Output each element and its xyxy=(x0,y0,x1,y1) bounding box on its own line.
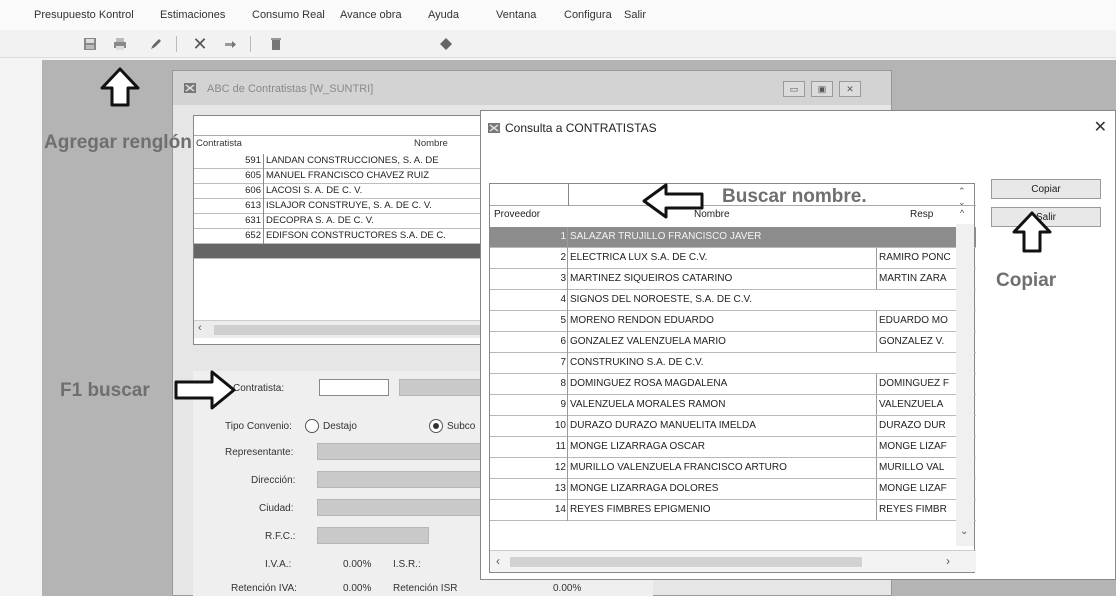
menu-configura[interactable]: Configura xyxy=(564,9,612,21)
tipo-convenio-label: Tipo Convenio: xyxy=(225,421,292,432)
app-icon xyxy=(487,121,501,138)
vertical-scrollbar[interactable]: ⌄ xyxy=(956,224,974,546)
print-icon[interactable] xyxy=(110,34,130,54)
delete-x-icon[interactable]: ✕ xyxy=(190,34,210,54)
scroll-left-icon[interactable]: ‹ xyxy=(198,322,202,334)
table-row[interactable]: 10 DURAZO DURAZO MANUELITA IMELDA DURAZO D… xyxy=(490,416,976,437)
direccion-label: Dirección: xyxy=(251,475,296,486)
annotation-copiar: Copiar xyxy=(996,270,1057,291)
toolbar-separator xyxy=(176,36,177,52)
ciudad-label: Ciudad: xyxy=(259,503,294,514)
subcontrato-label: Subco xyxy=(447,421,476,432)
retencion-isr-label: Retención ISR xyxy=(393,583,458,594)
retencion-isr-value[interactable]: 0.00% xyxy=(553,583,581,594)
table-row[interactable]: 3 MARTINEZ SIQUEIROS CATARINO MARTIN ZARA xyxy=(490,269,976,290)
scrollbar-thumb[interactable] xyxy=(214,325,484,335)
table-row[interactable]: 5 MORENO RENDON EDUARDO EDUARDO MO xyxy=(490,311,976,332)
radio-destajo[interactable] xyxy=(305,419,319,433)
column-header-nombre[interactable]: Nombre xyxy=(414,138,448,152)
table-row[interactable]: 9 VALENZUELA MORALES RAMON VALENZUELA xyxy=(490,395,976,416)
diamond-icon[interactable] xyxy=(436,34,456,54)
menu-consumo-real[interactable]: Consumo Real xyxy=(252,9,325,21)
table-row[interactable]: 4 SIGNOS DEL NOROESTE, S.A. DE C.V. xyxy=(490,290,976,311)
ciudad-field[interactable] xyxy=(317,499,483,516)
column-header-proveedor[interactable]: Proveedor xyxy=(494,209,540,220)
scroll-right-icon[interactable]: › xyxy=(946,554,950,568)
scroll-up-icon[interactable]: ^ xyxy=(960,208,964,218)
retencion-iva-label: Retención IVA: xyxy=(231,583,297,594)
arrow-left-icon xyxy=(642,183,704,219)
menu-estimaciones[interactable]: Estimaciones xyxy=(160,9,225,21)
edit-icon[interactable] xyxy=(146,34,166,54)
table-row[interactable]: 13 MONGE LIZARRAGA DOLORES MONGE LIZAF xyxy=(490,479,976,500)
column-header-resp[interactable]: Resp xyxy=(910,209,933,220)
table-row[interactable]: 2 ELECTRICA LUX S.A. DE C.V. RAMIRO PONC xyxy=(490,248,976,269)
annotation-buscar-nombre: Buscar nombre. xyxy=(722,186,867,207)
scroll-left-icon[interactable]: ‹ xyxy=(496,554,500,568)
abc-titlebar: ABC de Contratistas [W_SUNTRI] ▭ ▣ ✕ xyxy=(173,71,891,105)
close-icon[interactable]: ✕ xyxy=(839,81,861,97)
contratista-field[interactable] xyxy=(319,379,389,396)
arrow-up-icon xyxy=(100,67,140,107)
abc-window-title: ABC de Contratistas [W_SUNTRI] xyxy=(207,83,374,95)
retencion-iva-value[interactable]: 0.00% xyxy=(343,583,371,594)
maximize-icon[interactable]: ▣ xyxy=(811,81,833,97)
table-row[interactable]: 8 DOMINGUEZ ROSA MAGDALENA DOMINGUEZ F xyxy=(490,374,976,395)
consulta-contratistas-dialog: Consulta a CONTRATISTAS ✕ ⌃ ⌄ Proveedor N… xyxy=(480,110,1116,580)
destajo-label: Destajo xyxy=(323,421,357,432)
proveedores-grid[interactable]: ⌃ ⌄ Proveedor Nombre Resp ^ 1 SALAZAR TRUJ… xyxy=(489,183,976,573)
isr-label: I.S.R.: xyxy=(393,559,421,570)
menubar: Presupuesto Kontrol Estimaciones Consumo… xyxy=(0,0,1116,30)
spinner-icon[interactable]: ⌃ ⌄ xyxy=(958,186,966,208)
table-row[interactable]: 11 MONGE LIZARRAGA OSCAR MONGE LIZAF xyxy=(490,437,976,458)
table-row[interactable]: 6 GONZALEZ VALENZUELA MARIO GONZALEZ V. xyxy=(490,332,976,353)
insert-row-icon[interactable] xyxy=(220,34,240,54)
copiar-button[interactable]: Copiar xyxy=(991,179,1101,199)
rfc-field[interactable] xyxy=(317,527,429,544)
iva-value[interactable]: 0.00% xyxy=(343,559,371,570)
close-icon[interactable]: ✕ xyxy=(1094,117,1107,137)
rfc-label: R.F.C.: xyxy=(265,531,296,542)
scrollbar-thumb[interactable] xyxy=(510,557,862,567)
toolbar-separator xyxy=(250,36,251,52)
table-row-selected[interactable]: 1 SALAZAR TRUJILLO FRANCISCO JAVER xyxy=(490,227,976,248)
table-row[interactable]: 14 REYES FIMBRES EPIGMENIO REYES FIMBR xyxy=(490,500,976,521)
annotation-f1-buscar: F1 buscar xyxy=(60,380,150,401)
arrow-right-icon xyxy=(174,370,236,410)
representante-label: Representante: xyxy=(225,447,294,458)
arrow-up-icon xyxy=(1012,211,1052,253)
scroll-down-icon[interactable]: ⌄ xyxy=(960,526,968,537)
horizontal-scrollbar[interactable]: ‹ › xyxy=(490,550,976,572)
table-row[interactable]: 12 MURILLO VALENZUELA FRANCISCO ARTURO MUR… xyxy=(490,458,976,479)
annotation-agregar-renglon: Agregar renglón xyxy=(44,132,192,153)
trash-icon[interactable] xyxy=(266,34,286,54)
menu-presupuesto[interactable]: Presupuesto Kontrol xyxy=(34,9,134,21)
table-row[interactable]: 7 CONSTRUKINO S.A. DE C.V. xyxy=(490,353,976,374)
menu-ayuda[interactable]: Ayuda xyxy=(428,9,459,21)
column-header-contratista[interactable]: Contratista xyxy=(196,138,242,152)
menu-avance-obra[interactable]: Avance obra xyxy=(340,9,402,21)
radio-subcontrato[interactable] xyxy=(429,419,443,433)
menu-salir[interactable]: Salir xyxy=(624,9,646,21)
app-icon xyxy=(183,81,197,98)
minimize-icon[interactable]: ▭ xyxy=(783,81,805,97)
consulta-title: Consulta a CONTRATISTAS xyxy=(505,121,657,135)
iva-label: I.V.A.: xyxy=(265,559,292,570)
menu-ventana[interactable]: Ventana xyxy=(496,9,536,21)
contratista-label: Contratista: xyxy=(233,383,285,394)
save-icon[interactable] xyxy=(80,34,100,54)
toolbar: ✕ xyxy=(0,30,1116,58)
